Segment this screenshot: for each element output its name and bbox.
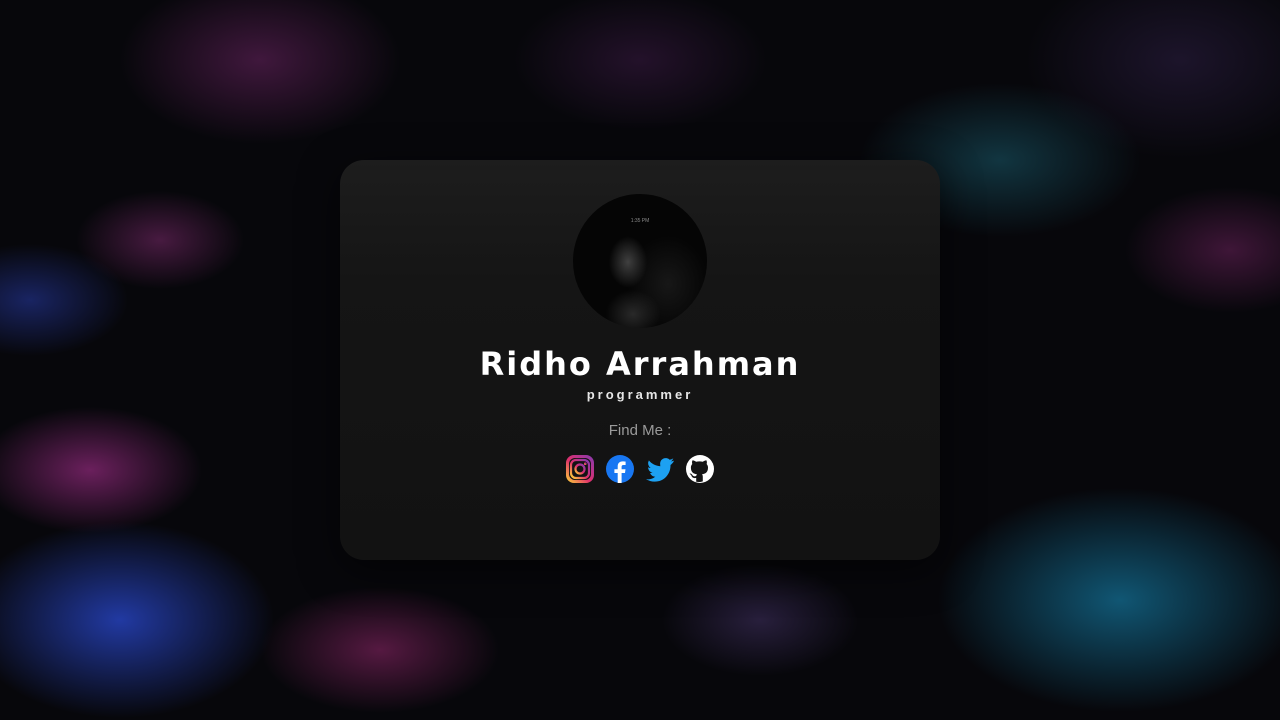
profile-avatar: 1:35 PM [573,194,707,328]
instagram-icon [565,454,595,484]
social-links [340,452,940,486]
profile-card: 1:35 PM Ridho Arrahman programmer Find M… [340,160,940,560]
github-icon [685,454,715,484]
twitter-icon [645,454,675,484]
instagram-link[interactable] [565,452,595,486]
facebook-link[interactable] [605,452,635,486]
profile-name: Ridho Arrahman [479,345,801,383]
github-link[interactable] [685,452,715,486]
facebook-icon [605,454,635,484]
find-me-label: Find Me : [608,422,672,439]
profile-role: programmer [586,387,694,402]
avatar-photo-time-text: 1:35 PM [630,218,650,224]
twitter-link[interactable] [645,452,675,486]
